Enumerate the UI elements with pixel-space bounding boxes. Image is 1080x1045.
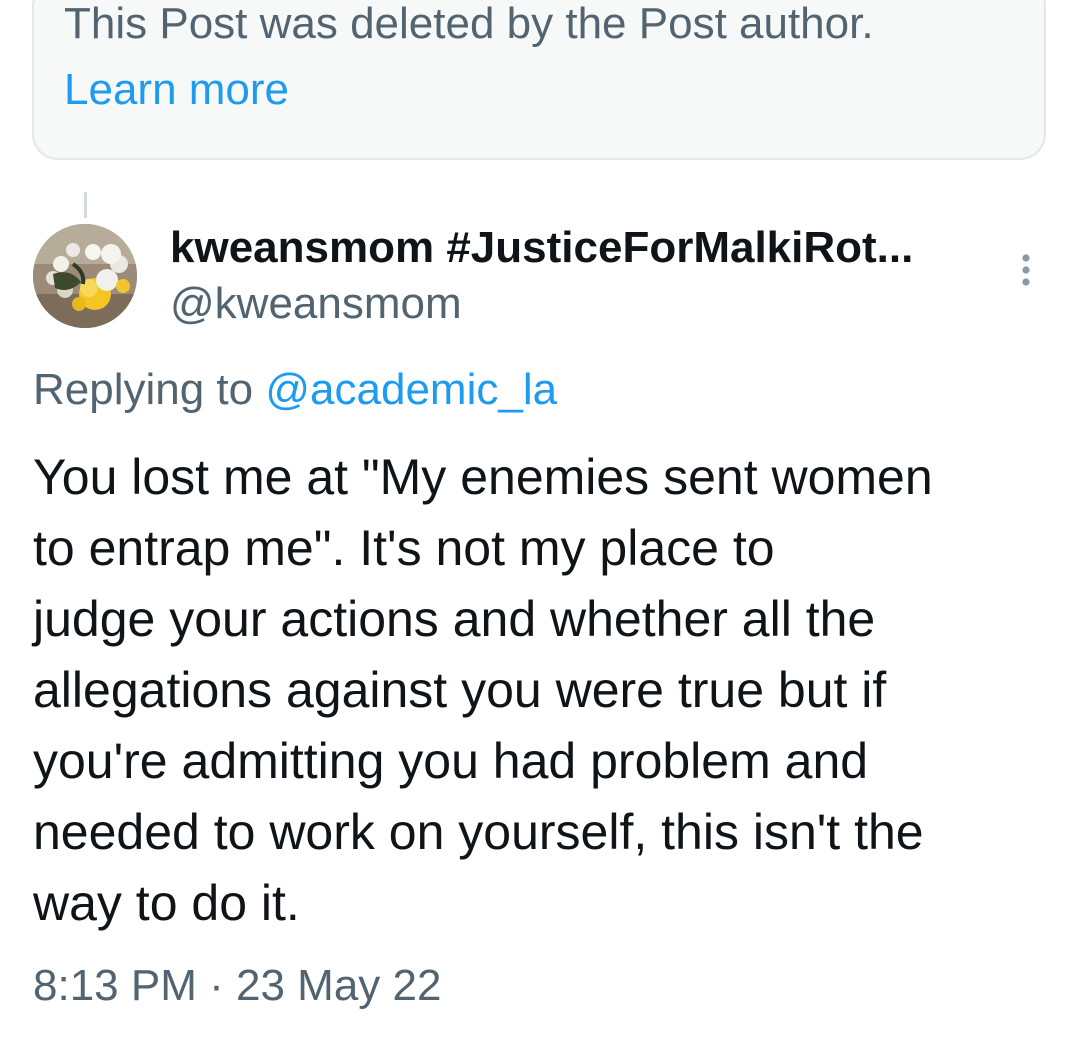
avatar[interactable] <box>33 224 137 328</box>
more-vertical-icon[interactable] <box>1012 250 1040 290</box>
deleted-post-message: This Post was deleted by the Post author… <box>64 0 874 48</box>
tweet-date: 23 May 22 <box>236 961 442 1010</box>
tweet-timestamp[interactable]: 8:13 PM · 23 May 22 <box>33 958 441 1014</box>
timestamp-separator: · <box>209 961 224 1010</box>
tweet-text-line: to entrap me". It's not my place to <box>33 520 775 576</box>
deleted-post-notice: This Post was deleted by the Post author… <box>32 0 1046 160</box>
tweet-text-line: needed to work on yourself, this isn't t… <box>33 804 924 860</box>
replying-to: Replying to @academic_la <box>33 362 557 418</box>
tweet-text-line: judge your actions and whether all the <box>33 591 876 647</box>
replying-to-label: Replying to <box>33 365 254 414</box>
tweet-view: This Post was deleted by the Post author… <box>0 0 1080 1045</box>
tweet-time: 8:13 PM <box>33 961 197 1010</box>
learn-more-link[interactable]: Learn more <box>64 64 289 116</box>
thread-connector-line <box>84 192 87 218</box>
author-display-name[interactable]: kweansmom #JusticeForMalkiRot... <box>170 222 913 274</box>
author-handle[interactable]: @kweansmom <box>170 278 462 330</box>
tweet-text-line: way to do it. <box>33 875 300 931</box>
flower-bouquet-avatar-icon <box>33 224 137 328</box>
tweet-text: You lost me at "My enemies sent women to… <box>33 442 1063 939</box>
tweet-text-line: you're admitting you had problem and <box>33 733 869 789</box>
tweet-text-line: allegations against you were true but if <box>33 662 887 718</box>
tweet-text-line: You lost me at "My enemies sent women <box>33 449 933 505</box>
reply-mention-link[interactable]: @academic_la <box>265 365 557 414</box>
